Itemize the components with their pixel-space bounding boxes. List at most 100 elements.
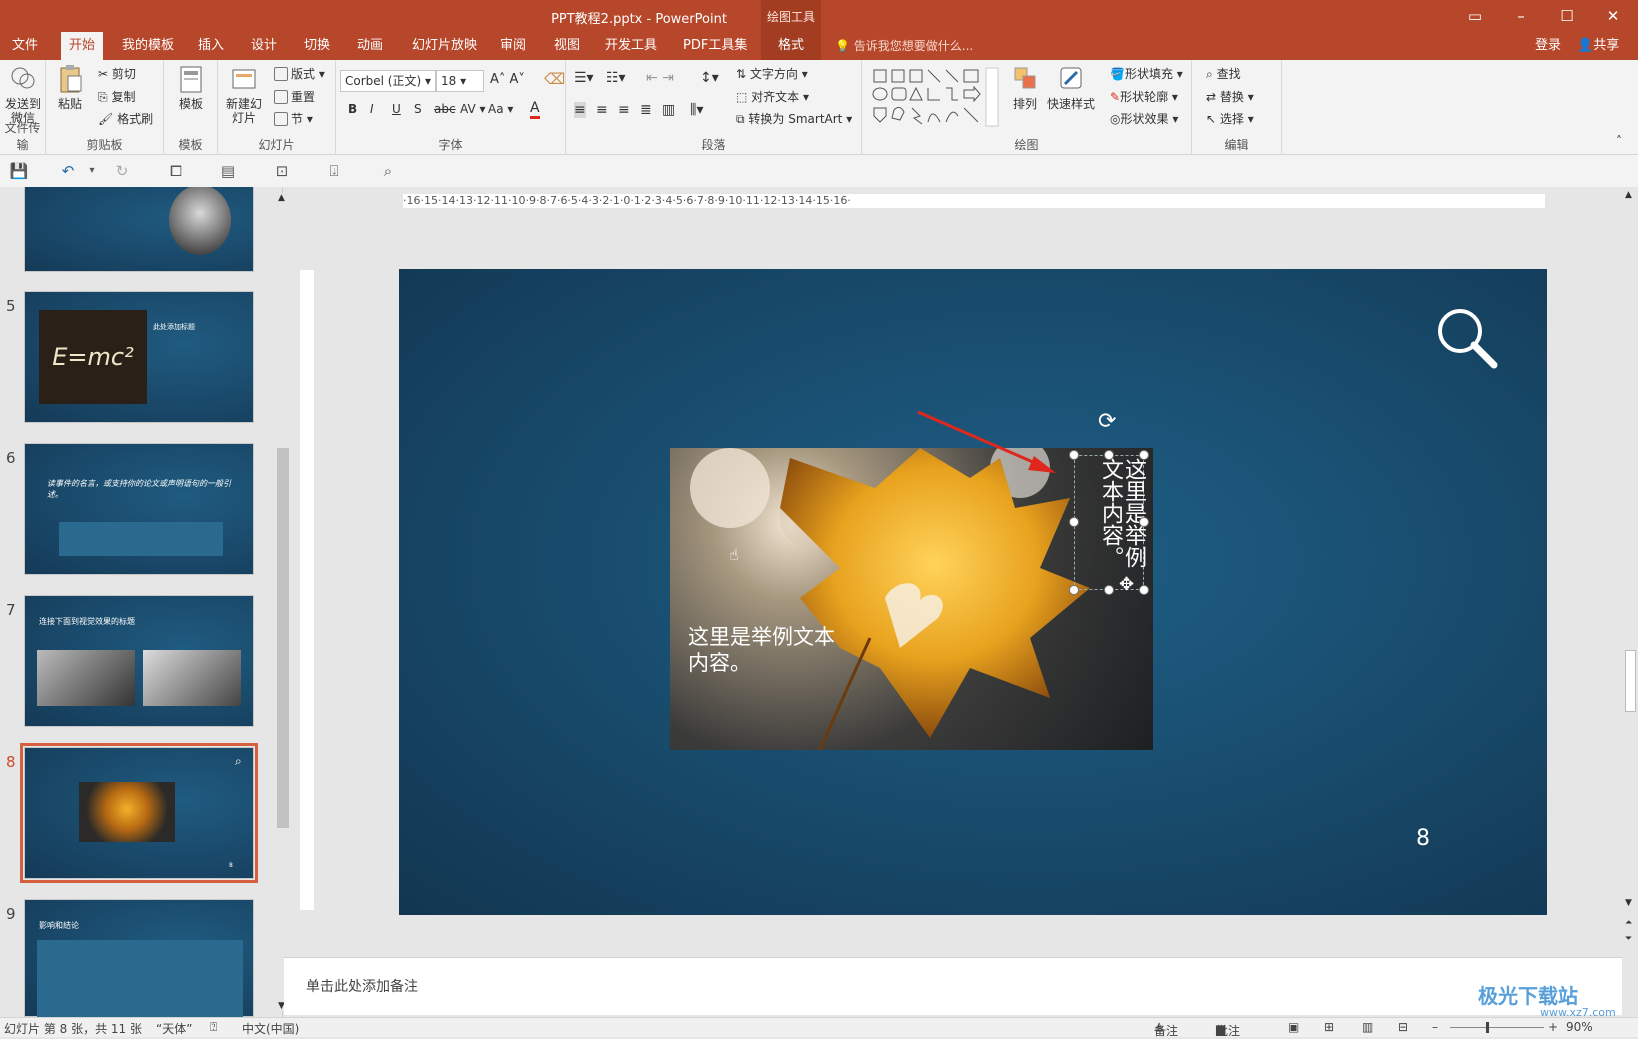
tab-design[interactable]: 设计: [243, 32, 285, 60]
numbering-icon[interactable]: ☷▾: [606, 70, 626, 86]
tab-home[interactable]: 开始: [61, 32, 104, 60]
font-name-select[interactable]: Corbel (正文) ▾: [340, 70, 436, 92]
presenter-icon[interactable]: ⍗: [324, 161, 344, 181]
bullets-icon[interactable]: ☰▾: [574, 70, 594, 86]
justify-icon[interactable]: ≣: [640, 102, 652, 118]
scroll-up-icon[interactable]: ▲: [278, 193, 285, 203]
select-button[interactable]: ↖ 选择 ▾: [1206, 110, 1254, 127]
scroll-up-icon[interactable]: ▲: [1625, 190, 1632, 200]
tab-animations[interactable]: 动画: [349, 32, 391, 60]
resize-handle[interactable]: [1139, 450, 1149, 460]
copy-button[interactable]: ⎘ 复制: [98, 88, 135, 105]
strikethrough-button[interactable]: abc: [434, 102, 456, 116]
section-button[interactable]: 节 ▾: [274, 110, 313, 127]
reading-view-icon[interactable]: ▥: [1362, 1020, 1373, 1034]
tab-transitions[interactable]: 切换: [296, 32, 338, 60]
new-slide-button[interactable]: 新建幻灯片: [222, 64, 266, 125]
reset-button[interactable]: 重置: [274, 88, 315, 105]
slide-thumbnail-9[interactable]: 影响和结论: [24, 899, 254, 1017]
normal-view-icon[interactable]: ▣: [1288, 1020, 1299, 1034]
slide-thumbnail-7[interactable]: 连接下面到视觉效果的标题: [24, 595, 254, 727]
zoom-out-icon[interactable]: –: [1432, 1020, 1438, 1034]
indent-icon[interactable]: ⇤ ⇥: [646, 70, 674, 86]
clear-format-icon[interactable]: ⌫: [544, 70, 565, 88]
notes-pane[interactable]: 单击此处添加备注: [284, 957, 1622, 1015]
layout-button[interactable]: 版式 ▾: [274, 65, 325, 82]
share-button[interactable]: 👤共享: [1577, 32, 1619, 60]
slide-thumbnail-5[interactable]: E=mc² 此处添加标题: [24, 291, 254, 423]
distribute-icon[interactable]: ▥: [662, 102, 675, 118]
language-label[interactable]: 中文(中国): [242, 1020, 299, 1037]
cut-button[interactable]: ✂ 剪切: [98, 65, 136, 82]
login-link[interactable]: 登录: [1535, 32, 1561, 60]
present-icon[interactable]: ⊡: [272, 161, 292, 181]
font-grow-icon[interactable]: A˄ A˅: [490, 72, 525, 87]
next-slide-icon[interactable]: ⏷: [1625, 934, 1632, 944]
collapse-ribbon-icon[interactable]: ˄: [1616, 134, 1622, 148]
slide-sorter-icon[interactable]: ⊞: [1324, 1020, 1334, 1034]
shape-fill-button[interactable]: 🪣形状填充 ▾: [1110, 65, 1183, 82]
print-preview-icon[interactable]: ⌕: [378, 161, 398, 181]
resize-handle[interactable]: [1069, 585, 1079, 595]
scrollbar-thumb[interactable]: [277, 448, 289, 828]
resize-handle[interactable]: [1104, 450, 1114, 460]
smartart-button[interactable]: ⧉ 转换为 SmartArt ▾: [736, 110, 852, 127]
slideshow-view-icon[interactable]: ⊟: [1398, 1020, 1408, 1034]
text-direction-button[interactable]: ⇅ 文字方向 ▾: [736, 65, 808, 82]
quick-styles-button[interactable]: 快速样式: [1046, 64, 1096, 111]
vertical-text-box[interactable]: 这里是举例文本内容。: [1073, 454, 1147, 589]
bold-button[interactable]: B: [348, 102, 357, 116]
align-left-icon[interactable]: ≡: [574, 102, 586, 118]
thumbnails-scrollbar[interactable]: ▲ ▼: [276, 193, 290, 1011]
save-icon[interactable]: 💾: [9, 161, 29, 181]
spellcheck-icon[interactable]: ⍰: [210, 1020, 217, 1035]
close-icon[interactable]: ✕: [1590, 0, 1636, 32]
line-spacing-icon[interactable]: ↕▾: [700, 70, 719, 86]
change-case-button[interactable]: Aa ▾: [488, 102, 513, 116]
undo-icon[interactable]: ↶: [58, 161, 78, 181]
text-box-icon[interactable]: ▤: [218, 161, 238, 181]
char-spacing-button[interactable]: AV ▾: [460, 102, 486, 116]
slide-thumbnail-8[interactable]: ⌕ 8: [20, 743, 258, 883]
slide-thumbnail-4[interactable]: [24, 187, 254, 272]
slide-thumbnail-6[interactable]: 读事件的名言，或支持你的论文或声明语句的一般引述。: [24, 443, 254, 575]
template-button[interactable]: 模板: [174, 64, 208, 111]
tab-slideshow[interactable]: 幻灯片放映: [404, 32, 485, 60]
zoom-slider-thumb[interactable]: [1486, 1022, 1489, 1033]
arrange-button[interactable]: 排列: [1008, 64, 1042, 111]
paste-button[interactable]: 粘贴: [54, 64, 86, 111]
font-size-select[interactable]: 18 ▾: [436, 70, 484, 92]
shapes-gallery[interactable]: [870, 66, 1000, 128]
italic-button[interactable]: I: [370, 102, 374, 116]
align-center-icon[interactable]: ≡: [596, 102, 608, 118]
align-text-button[interactable]: ⬚ 对齐文本 ▾: [736, 88, 809, 105]
scrollbar-thumb[interactable]: [1625, 650, 1636, 712]
rotate-handle-icon[interactable]: ⟳: [1098, 409, 1116, 434]
resize-handle[interactable]: [1139, 517, 1149, 527]
minimize-icon[interactable]: –: [1498, 0, 1544, 32]
replace-button[interactable]: ⇄ 替换 ▾: [1206, 88, 1254, 105]
shape-effects-button[interactable]: ◎形状效果 ▾: [1110, 110, 1178, 127]
restore-ribbon-icon[interactable]: ▭: [1452, 0, 1498, 32]
tab-review[interactable]: 审阅: [492, 32, 534, 60]
tab-format[interactable]: 格式: [761, 32, 821, 60]
editor-scrollbar[interactable]: ▲ ▼ ⏶ ⏷: [1623, 190, 1638, 950]
resize-handle[interactable]: [1104, 585, 1114, 595]
resize-handle[interactable]: [1139, 585, 1149, 595]
shape-outline-button[interactable]: ✎形状轮廓 ▾: [1110, 88, 1178, 105]
undo-dropdown-icon[interactable]: ▾: [82, 161, 102, 181]
tab-file[interactable]: 文件: [4, 32, 46, 60]
scroll-down-icon[interactable]: ▼: [1625, 898, 1632, 908]
prev-slide-icon[interactable]: ⏶: [1625, 918, 1632, 928]
find-button[interactable]: ⌕ 查找: [1206, 65, 1241, 82]
resize-handle[interactable]: [1069, 517, 1079, 527]
columns-icon[interactable]: ⫼▾: [690, 102, 703, 118]
slideshow-from-start-icon[interactable]: ⧠: [166, 161, 186, 181]
send-wechat-button[interactable]: 发送到微信: [3, 64, 43, 125]
maximize-icon[interactable]: ☐: [1544, 0, 1590, 32]
zoom-in-icon[interactable]: +: [1548, 1020, 1558, 1034]
underline-button[interactable]: U: [392, 102, 401, 116]
tab-pdf-tools[interactable]: PDF工具集: [675, 32, 755, 60]
redo-icon[interactable]: ↻: [112, 161, 132, 181]
shadow-button[interactable]: S: [414, 102, 422, 116]
